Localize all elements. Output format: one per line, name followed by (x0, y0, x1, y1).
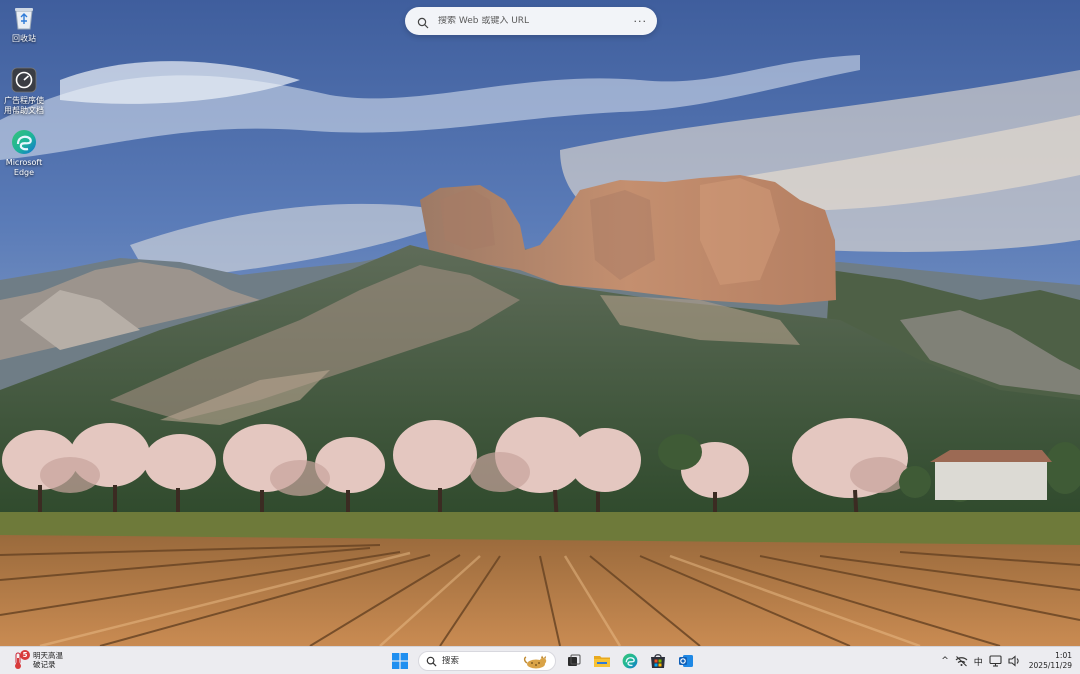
desktop-icon-label: 广告程序使用帮助文档 (4, 96, 44, 115)
web-search-input[interactable] (438, 16, 634, 26)
desktop-wallpaper (0, 0, 1080, 646)
weather-subline: 破记录 (33, 660, 56, 669)
input-method-button[interactable]: 中 (971, 650, 986, 672)
show-hidden-icons-button[interactable]: ^ (938, 650, 952, 672)
speaker-icon (1008, 655, 1019, 667)
search-icon (426, 656, 437, 667)
edge-icon (10, 128, 38, 156)
system-tray: ^ 中 1:01 2025/11/29 (938, 647, 1080, 674)
desktop-icon-help-docs[interactable]: 广告程序使用帮助文档 (2, 66, 46, 116)
file-explorer-icon (594, 656, 610, 667)
task-view-icon (568, 654, 581, 666)
display-button[interactable] (986, 650, 1005, 672)
windows-start-icon (392, 653, 408, 669)
desktop-icon-label: Microsoft Edge (5, 158, 43, 177)
monitor-icon (989, 655, 1002, 667)
microsoft-store-button[interactable] (646, 650, 670, 672)
taskbar: 5 明天高温 破记录 搜索 ^ 中 1:01 2025/11/29 (0, 646, 1080, 674)
desktop-icon-edge[interactable]: Microsoft Edge (2, 128, 46, 178)
wallpaper-landscape-image (0, 0, 1080, 646)
web-search-bar[interactable]: ··· (405, 7, 657, 35)
volume-button[interactable] (1005, 650, 1024, 672)
outlook-button[interactable] (674, 650, 698, 672)
outlook-icon (679, 655, 693, 667)
clock-date: 2025/11/29 (1028, 661, 1072, 670)
taskbar-search-box[interactable] (418, 651, 556, 671)
network-disconnected-button[interactable] (952, 650, 971, 672)
edge-icon (622, 653, 638, 669)
search-highlight-cat-icon (523, 655, 547, 669)
clock-time: 1:01 (1055, 651, 1072, 660)
weather-widget[interactable]: 5 明天高温 破记录 (12, 650, 63, 670)
edge-taskbar-button[interactable] (618, 650, 642, 672)
taskbar-pinned-apps (388, 650, 702, 672)
speedometer-icon (10, 66, 38, 94)
desktop-icon-recycle-bin[interactable]: 回收站 (2, 4, 46, 44)
start-button[interactable] (388, 650, 412, 672)
taskbar-search-input[interactable] (442, 656, 522, 666)
weather-alert-badge: 5 (20, 650, 30, 660)
file-explorer-button[interactable] (590, 650, 614, 672)
clock-button[interactable]: 1:01 2025/11/29 (1024, 651, 1080, 671)
desktop-icon-label: 回收站 (12, 34, 36, 43)
recycle-bin-icon (10, 4, 38, 32)
more-options-button[interactable]: ··· (634, 15, 648, 28)
thermometer-icon: 5 (12, 650, 30, 670)
task-view-button[interactable] (562, 650, 586, 672)
weather-headline: 明天高温 (33, 650, 63, 660)
microsoft-store-icon (651, 654, 665, 668)
search-icon (417, 14, 431, 29)
network-status-icon (955, 656, 968, 667)
